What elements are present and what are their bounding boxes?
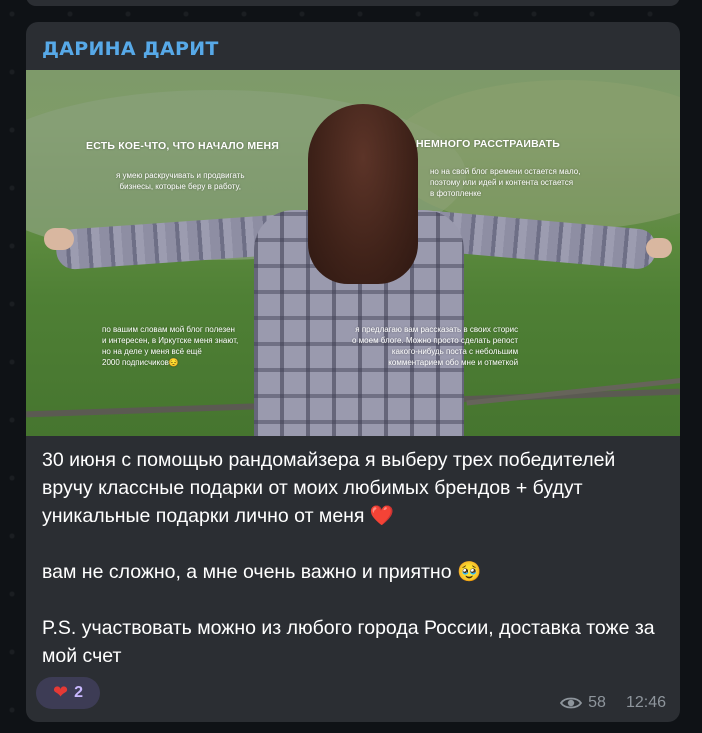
post-photo[interactable]: ЕСТЬ КОЕ-ЧТО, ЧТО НАЧАЛО МЕНЯ НЕМНОГО РА… [26, 70, 680, 436]
reaction-count: 2 [74, 684, 83, 701]
photo-figure-hand [44, 228, 74, 250]
previous-message-bubble [26, 0, 680, 6]
photo-heading-right: НЕМНОГО РАССТРАИВАТЬ [416, 138, 560, 150]
photo-caption-left-bottom: по вашим словам мой блог полезен и интер… [102, 325, 239, 367]
photo-figure-hair [308, 104, 418, 284]
heart-icon: ❤ [53, 682, 69, 703]
photo-heading-left: ЕСТЬ КОЕ-ЧТО, ЧТО НАЧАЛО МЕНЯ [86, 140, 280, 152]
views-count: 58 [588, 694, 606, 711]
message-time: 12:46 [625, 694, 666, 711]
eye-icon [560, 697, 583, 709]
photo-caption-left-top: я умею раскручивать и продвигать бизнесы… [116, 171, 245, 191]
channel-post: ДАРИНА ДАРИТ ЕСТЬ КОЕ-ЧТО, ЧТО НАЧАЛО МЕ… [26, 22, 680, 722]
photo-figure-hand [646, 238, 672, 258]
message-meta: 58 12:46 [560, 694, 666, 712]
reaction-button[interactable]: ❤ 2 [36, 677, 100, 709]
channel-name[interactable]: ДАРИНА ДАРИТ [42, 38, 219, 60]
photo-caption-right-bottom: я предлагаю вам рассказать в своих стори… [352, 325, 519, 367]
message-text: 30 июня с помощью рандомайзера я выберу … [42, 449, 655, 667]
photo-caption-right-top: но на свой блог времени остается мало, п… [430, 167, 581, 198]
